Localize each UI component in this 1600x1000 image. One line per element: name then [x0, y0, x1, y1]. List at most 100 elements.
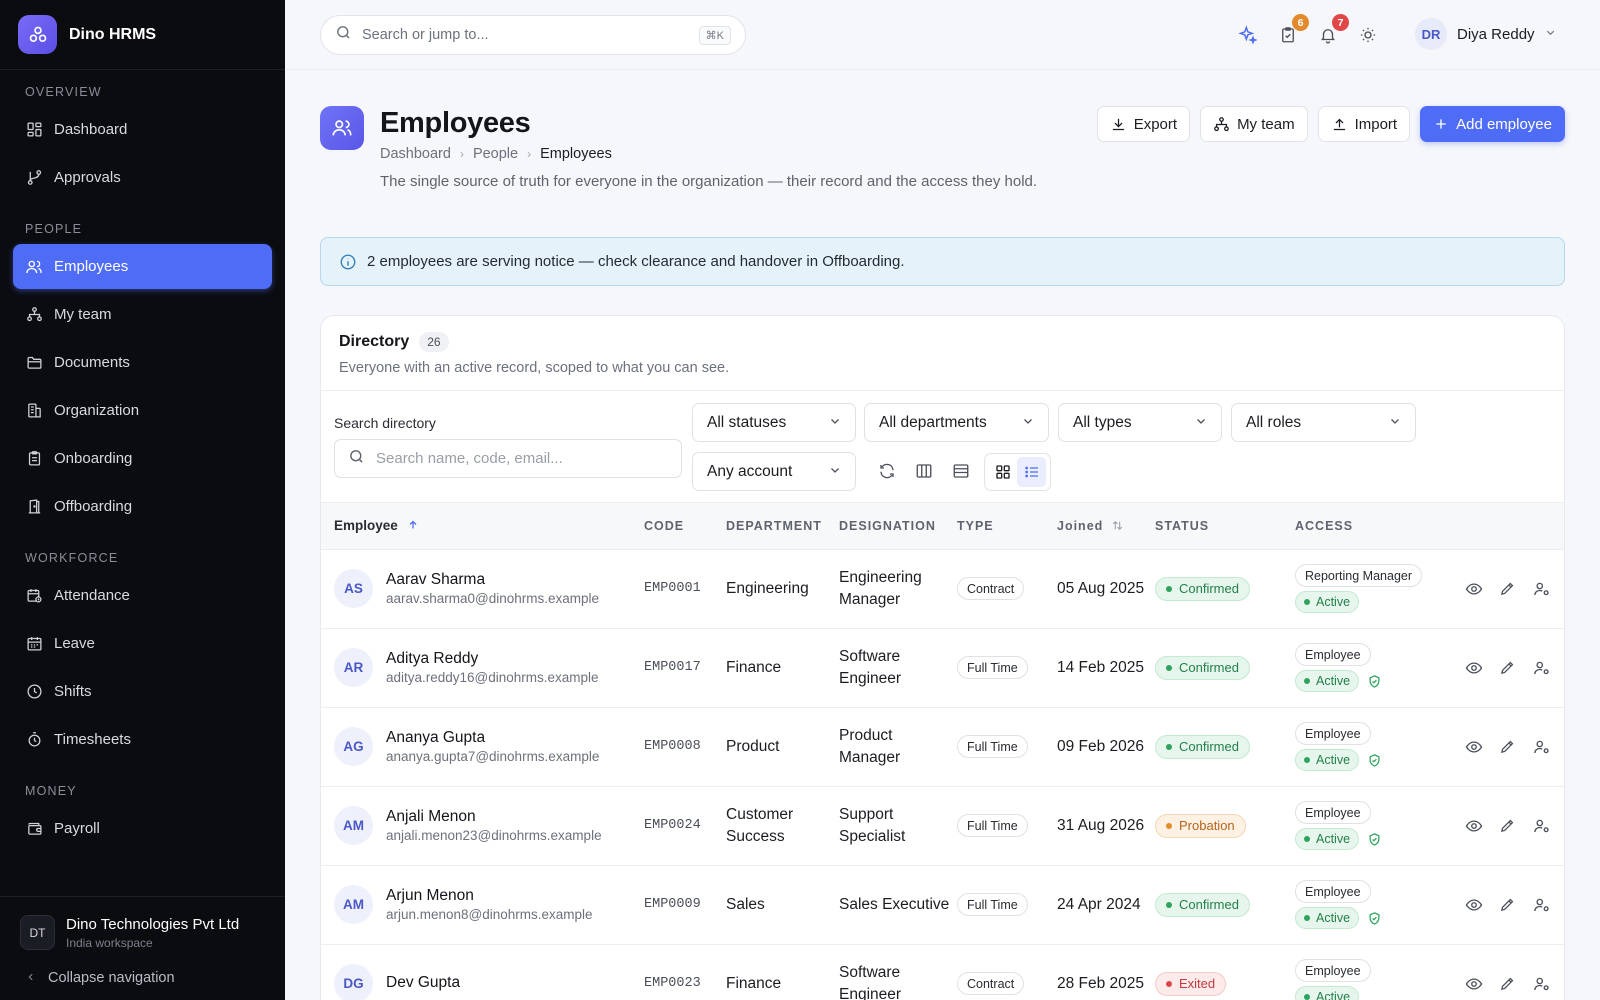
- view-button[interactable]: [1463, 814, 1484, 838]
- cell-department: Customer Success: [726, 805, 794, 845]
- view-button[interactable]: [1463, 972, 1484, 996]
- table-row[interactable]: AM Arjun Menon arjun.menon8@dinohrms.exa…: [321, 865, 1564, 944]
- employee-name[interactable]: Ananya Gupta: [386, 729, 599, 747]
- breadcrumb-people[interactable]: People: [473, 146, 518, 162]
- org-workspace: India workspace: [66, 935, 153, 950]
- sidebar-item-attendance[interactable]: Attendance: [13, 573, 272, 618]
- status-dot: [1166, 822, 1172, 829]
- directory-search-input[interactable]: Search name, code, email...: [334, 439, 682, 478]
- brand[interactable]: Dino HRMS: [0, 0, 285, 70]
- sidebar-item-timesheets[interactable]: Timesheets: [13, 717, 272, 762]
- employee-name[interactable]: Dev Gupta: [386, 974, 460, 992]
- clipboard-icon: [25, 450, 43, 468]
- column-status[interactable]: STATUS: [1155, 503, 1295, 549]
- view-button[interactable]: [1463, 735, 1484, 759]
- refresh-button[interactable]: [872, 456, 902, 486]
- table-row[interactable]: AM Anjali Menon anjali.menon23@dinohrms.…: [321, 786, 1564, 865]
- import-label: Import: [1354, 115, 1398, 133]
- export-label: Export: [1133, 115, 1178, 133]
- table-row[interactable]: DG Dev Gupta EMP0023 Finance Software En…: [321, 944, 1564, 1000]
- edit-button[interactable]: [1497, 814, 1518, 838]
- org-name: Dino Technologies Pvt Ltd: [66, 915, 240, 933]
- view-button[interactable]: [1463, 656, 1484, 680]
- status-dot: [1166, 585, 1172, 592]
- table-row[interactable]: AS Aarav Sharma aarav.sharma0@dinohrms.e…: [321, 549, 1564, 628]
- cell-status: Confirmed: [1155, 549, 1295, 628]
- chevron-down-icon: [1389, 415, 1401, 430]
- employee-name[interactable]: Anjali Menon: [386, 808, 602, 826]
- sidebar-item-payroll[interactable]: Payroll: [13, 806, 272, 851]
- user-menu[interactable]: DR Diya Reddy: [1415, 18, 1556, 50]
- my-team-button[interactable]: My team: [1200, 106, 1308, 142]
- density-button[interactable]: [946, 456, 976, 486]
- sidebar-item-offboarding[interactable]: Offboarding: [13, 484, 272, 529]
- column-designation[interactable]: DESIGNATION: [839, 503, 957, 549]
- column-employee[interactable]: Employee: [321, 503, 644, 549]
- status-dot: [1166, 901, 1172, 908]
- sidebar-item-employees[interactable]: Employees: [13, 244, 272, 289]
- notifications-button[interactable]: 7: [1315, 14, 1349, 48]
- sidebar: Dino HRMS OVERVIEW Dashboard Approvals P…: [0, 0, 285, 1000]
- global-search-input[interactable]: Search or jump to... ⌘K: [320, 15, 746, 55]
- employee-name[interactable]: Aarav Sharma: [386, 571, 599, 589]
- account-filter-select[interactable]: Any account: [692, 452, 856, 491]
- sidebar-item-approvals[interactable]: Approvals: [13, 155, 272, 200]
- collapse-navigation-button[interactable]: Collapse navigation: [20, 970, 265, 986]
- manage-access-button[interactable]: [1532, 972, 1553, 996]
- type-filter-select[interactable]: All types: [1058, 403, 1222, 442]
- user-cog-icon: [1534, 819, 1549, 832]
- edit-button[interactable]: [1497, 893, 1518, 917]
- manage-access-button[interactable]: [1532, 735, 1553, 759]
- manage-access-button[interactable]: [1532, 577, 1553, 601]
- employee-name[interactable]: Aditya Reddy: [386, 650, 599, 668]
- status-dot: [1166, 980, 1172, 987]
- column-department[interactable]: DEPARTMENT: [726, 503, 839, 549]
- grid-view-button[interactable]: [988, 457, 1017, 487]
- column-type[interactable]: TYPE: [957, 503, 1057, 549]
- edit-button[interactable]: [1497, 577, 1518, 601]
- view-button[interactable]: [1463, 893, 1484, 917]
- employee-name[interactable]: Arjun Menon: [386, 887, 593, 905]
- column-joined[interactable]: Joined: [1057, 503, 1155, 549]
- status-filter-select[interactable]: All statuses: [692, 403, 856, 442]
- ai-sparkle-button[interactable]: [1235, 22, 1261, 48]
- columns-button[interactable]: [909, 456, 939, 486]
- table-row[interactable]: AG Ananya Gupta ananya.gupta7@dinohrms.e…: [321, 707, 1564, 786]
- add-employee-button[interactable]: Add employee: [1420, 106, 1565, 142]
- cell-employee: AM Arjun Menon arjun.menon8@dinohrms.exa…: [321, 865, 644, 944]
- view-button[interactable]: [1463, 577, 1484, 601]
- theme-toggle-button[interactable]: [1355, 22, 1381, 48]
- column-code[interactable]: CODE: [644, 503, 726, 549]
- shortcut-hint: ⌘K: [698, 25, 731, 45]
- sidebar-item-leave[interactable]: Leave: [13, 621, 272, 666]
- list-view-button[interactable]: [1017, 457, 1046, 487]
- sidebar-item-onboarding[interactable]: Onboarding: [13, 436, 272, 481]
- sidebar-item-shifts[interactable]: Shifts: [13, 669, 272, 714]
- door-icon: [25, 498, 43, 516]
- sidebar-item-label: Offboarding: [54, 498, 133, 515]
- edit-button[interactable]: [1497, 735, 1518, 759]
- employee-table: Employee CODE DEPARTMENT DESIGNATION TYP…: [321, 503, 1564, 1000]
- export-button[interactable]: Export: [1096, 106, 1191, 142]
- org-switcher[interactable]: DT Dino Technologies Pvt Ltd India works…: [20, 915, 265, 950]
- manage-access-button[interactable]: [1532, 656, 1553, 680]
- cell-department: Product: [726, 737, 780, 755]
- breadcrumb-dashboard[interactable]: Dashboard: [380, 146, 451, 162]
- sidebar-item-documents[interactable]: Documents: [13, 340, 272, 385]
- sidebar-item-organization[interactable]: Organization: [13, 388, 272, 433]
- import-button[interactable]: Import: [1317, 106, 1411, 142]
- edit-button[interactable]: [1497, 656, 1518, 680]
- role-filter-select[interactable]: All roles: [1231, 403, 1416, 442]
- eye-icon: [1465, 819, 1482, 832]
- status-label: Confirmed: [1179, 660, 1239, 675]
- table-row[interactable]: AR Aditya Reddy aditya.reddy16@dinohrms.…: [321, 628, 1564, 707]
- tasks-button[interactable]: 6: [1275, 14, 1309, 48]
- department-filter-select[interactable]: All departments: [864, 403, 1049, 442]
- manage-access-button[interactable]: [1532, 893, 1553, 917]
- manage-access-button[interactable]: [1532, 814, 1553, 838]
- sidebar-item-dashboard[interactable]: Dashboard: [13, 107, 272, 152]
- account-status-label: Active: [1316, 674, 1351, 688]
- sidebar-item-my-team[interactable]: My team: [13, 292, 272, 337]
- status-dot: [1166, 664, 1172, 671]
- edit-button[interactable]: [1497, 972, 1518, 996]
